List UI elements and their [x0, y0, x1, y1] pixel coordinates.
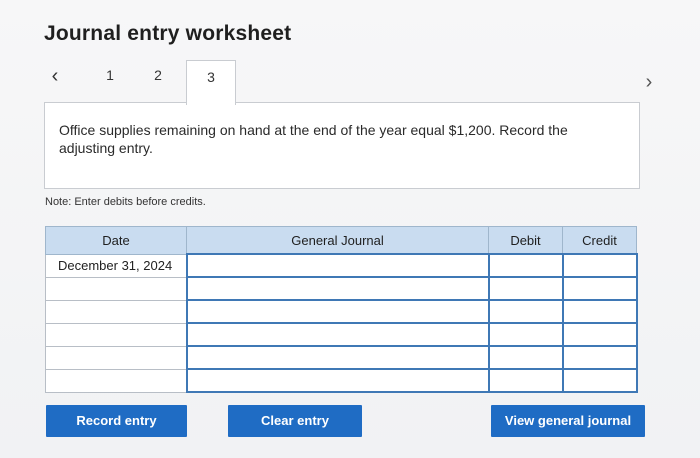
account-input[interactable] [185, 345, 490, 370]
date-cell [45, 368, 187, 393]
credit-input[interactable] [561, 345, 638, 370]
table-row: December 31, 2024 [45, 253, 638, 278]
debit-input[interactable] [487, 276, 564, 301]
credit-value [564, 324, 636, 345]
credit-value [564, 278, 636, 299]
account-value [188, 324, 488, 345]
debit-value [490, 278, 562, 299]
debit-value [490, 255, 562, 276]
account-value [188, 347, 488, 368]
question-panel: Office supplies remaining on hand at the… [44, 102, 640, 189]
question-text: Office supplies remaining on hand at the… [59, 122, 568, 156]
account-input[interactable] [185, 368, 490, 393]
chevron-right-icon[interactable]: › [638, 68, 660, 96]
debit-input[interactable] [487, 368, 564, 393]
credit-input[interactable] [561, 368, 638, 393]
account-value [188, 370, 488, 391]
date-column-header: Date [45, 226, 187, 255]
table-row [45, 368, 638, 393]
view-general-journal-button[interactable]: View general journal [491, 405, 645, 437]
credit-value [564, 301, 636, 322]
date-cell [45, 345, 187, 370]
record-entry-button[interactable]: Record entry [46, 405, 187, 437]
tab-bar: ‹ 1 2 3 › [44, 60, 660, 105]
page: Journal entry worksheet ‹ 1 2 3 › Office… [0, 0, 700, 458]
table-row [45, 299, 638, 324]
debit-input[interactable] [487, 345, 564, 370]
tab-3-active[interactable]: 3 [186, 60, 236, 105]
date-cell [45, 299, 187, 324]
account-input[interactable] [185, 276, 490, 301]
journal-table: Date General Journal Debit Credit Decemb… [45, 226, 638, 393]
debit-value [490, 347, 562, 368]
tab-2[interactable]: 2 [144, 60, 172, 100]
debit-column-header: Debit [488, 226, 563, 255]
account-value [188, 255, 488, 276]
debit-value [490, 301, 562, 322]
table-row [45, 322, 638, 347]
note-text: Note: Enter debits before credits. [45, 196, 206, 208]
page-title: Journal entry worksheet [44, 22, 292, 45]
credit-input[interactable] [561, 322, 638, 347]
account-value [188, 301, 488, 322]
credit-input[interactable] [561, 253, 638, 278]
debit-value [490, 324, 562, 345]
credit-value [564, 347, 636, 368]
debit-value [490, 370, 562, 391]
journal-header-row: Date General Journal Debit Credit [45, 226, 637, 255]
clear-entry-button[interactable]: Clear entry [228, 405, 362, 437]
chevron-left-icon[interactable]: ‹ [44, 62, 66, 90]
debit-input[interactable] [487, 299, 564, 324]
credit-value [564, 370, 636, 391]
account-input[interactable] [185, 253, 490, 278]
date-cell [45, 276, 187, 301]
credit-input[interactable] [561, 276, 638, 301]
general-journal-column-header: General Journal [186, 226, 489, 255]
debit-input[interactable] [487, 253, 564, 278]
credit-input[interactable] [561, 299, 638, 324]
tab-1[interactable]: 1 [96, 60, 124, 100]
credit-column-header: Credit [562, 226, 637, 255]
date-cell [45, 322, 187, 347]
table-row [45, 345, 638, 370]
debit-input[interactable] [487, 322, 564, 347]
account-input[interactable] [185, 299, 490, 324]
date-cell: December 31, 2024 [45, 253, 187, 278]
account-value [188, 278, 488, 299]
table-row [45, 276, 638, 301]
credit-value [564, 255, 636, 276]
account-input[interactable] [185, 322, 490, 347]
